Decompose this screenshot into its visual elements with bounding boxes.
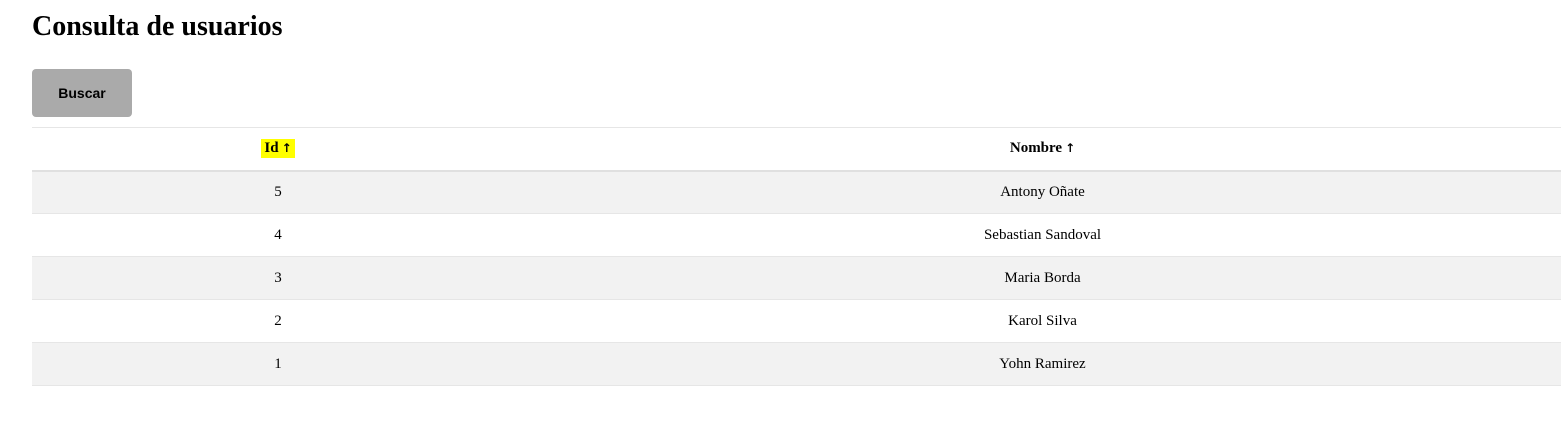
cell-nombre: Yohn Ramirez: [999, 355, 1086, 372]
table-row: 3 Maria Borda: [32, 256, 1561, 300]
sort-arrow-up-icon: ↑: [281, 141, 292, 156]
cell-id: 4: [274, 226, 282, 243]
table-row: 5 Antony Oñate: [32, 170, 1561, 214]
cell-nombre: Maria Borda: [1004, 269, 1081, 286]
column-header-nombre[interactable]: Nombre ↑: [524, 128, 1561, 171]
page-title: Consulta de usuarios: [32, 11, 283, 42]
cell-id: 2: [274, 312, 282, 329]
cell-nombre: Antony Oñate: [1000, 183, 1085, 200]
cell-id: 5: [274, 183, 282, 200]
cell-nombre: Karol Silva: [1008, 312, 1077, 329]
cell-id: 1: [274, 355, 282, 372]
search-button[interactable]: Buscar: [32, 69, 132, 117]
table-row: 2 Karol Silva: [32, 299, 1561, 343]
sort-arrow-up-icon: ↑: [1065, 141, 1076, 156]
sort-header-id[interactable]: Id ↑: [261, 139, 295, 159]
table-row: 4 Sebastian Sandoval: [32, 213, 1561, 257]
column-header-id[interactable]: Id ↑: [32, 128, 524, 171]
table-header-row: Id ↑ Nombre ↑: [32, 127, 1561, 171]
cell-id: 3: [274, 269, 282, 286]
column-label-id: Id: [264, 140, 279, 157]
cell-nombre: Sebastian Sandoval: [983, 226, 1102, 243]
column-label-nombre: Nombre: [1009, 140, 1063, 157]
page: Consulta de usuarios Buscar Id ↑ Nombre ↑ …: [0, 0, 1561, 432]
table-row: 1 Yohn Ramirez: [32, 342, 1561, 386]
sort-header-nombre[interactable]: Nombre ↑: [1007, 139, 1078, 158]
users-table: Id ↑ Nombre ↑ 5 Antony Oñate 4 Sebastian S…: [32, 127, 1561, 386]
